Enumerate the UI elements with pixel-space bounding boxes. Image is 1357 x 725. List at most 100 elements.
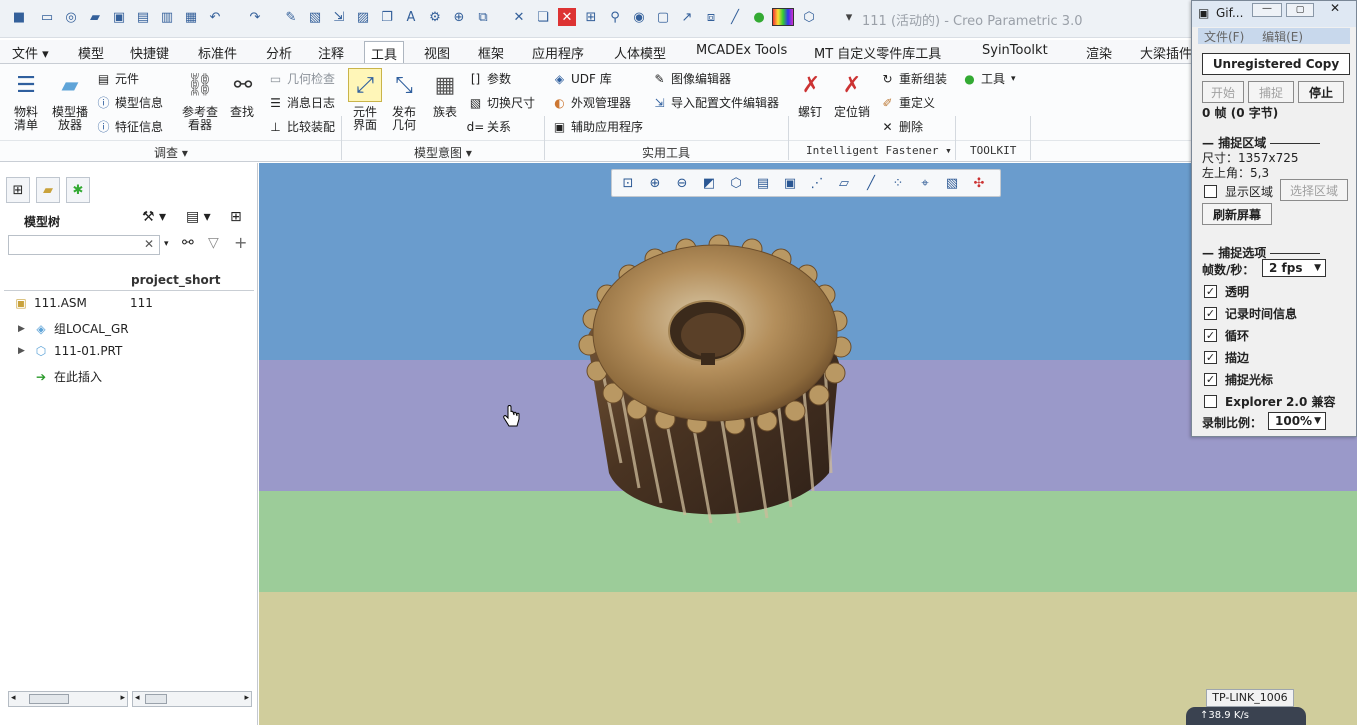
tab-shortcuts[interactable]: 快捷键: [130, 43, 169, 62]
option-transparent-checkbox[interactable]: ✓ 透明: [1204, 283, 1249, 300]
tab-framework[interactable]: 框架: [478, 43, 504, 62]
tree-row-insert-here[interactable]: ➔ 在此插入: [34, 368, 102, 385]
tab-file[interactable]: 文件 ▾: [12, 43, 49, 62]
saved-views-icon[interactable]: ▤: [751, 172, 775, 194]
curve-icon[interactable]: ↗: [678, 8, 696, 26]
scroll-left-icon[interactable]: ◂: [135, 693, 140, 703]
tab-beam-plugin[interactable]: 大梁插件: [1140, 43, 1192, 62]
scroll-track-left[interactable]: ◂ ▸: [8, 691, 128, 707]
tree-row-part[interactable]: ▶ ⬡ 111-01.PRT: [18, 344, 122, 358]
option-timing-checkbox[interactable]: ✓ 记录时间信息: [1204, 305, 1297, 322]
tab-folder-browser[interactable]: ▰: [36, 177, 60, 203]
select-region-button[interactable]: 选择区域: [1280, 179, 1348, 201]
measure-icon[interactable]: ⊞: [582, 8, 600, 26]
regenerate-icon[interactable]: ✎: [282, 8, 300, 26]
tab-model[interactable]: 模型: [78, 43, 104, 62]
component-interface-button[interactable]: ⤢ 元件 界面: [346, 68, 384, 132]
group-intelligent-fastener[interactable]: Intelligent Fastener ▾: [806, 144, 952, 157]
relations-button[interactable]: d= 关系: [467, 118, 511, 135]
tab-model-tree[interactable]: ⊞: [6, 177, 30, 203]
display-style-icon[interactable]: ⬡: [724, 172, 748, 194]
component-button[interactable]: ▤ 元件: [96, 70, 139, 87]
chevron-down-icon[interactable]: ▾: [164, 239, 169, 249]
target-icon[interactable]: ⊕: [450, 8, 468, 26]
gear-model[interactable]: [569, 233, 869, 543]
appearance-manager-button[interactable]: ◐ 外观管理器: [552, 94, 631, 111]
delete-button[interactable]: ✕ 删除: [880, 118, 923, 135]
auxiliary-apps-button[interactable]: ▣ 辅助应用程序: [552, 118, 643, 135]
model-info-button[interactable]: ⓘ 模型信息: [96, 94, 163, 111]
find-icon[interactable]: ⚯: [182, 235, 194, 251]
tab-annotate[interactable]: 注释: [318, 43, 344, 62]
clear-search-icon[interactable]: ✕: [144, 237, 154, 251]
zoom-out-icon[interactable]: ⊖: [670, 172, 694, 194]
stop-icon[interactable]: ✕: [558, 8, 576, 26]
point-display-icon[interactable]: ⁘: [886, 172, 910, 194]
tree-row-asm[interactable]: ▣ 111.ASM 111: [14, 296, 153, 310]
group-model-intent[interactable]: 模型意图 ▾: [414, 144, 472, 161]
frame-icon[interactable]: ⧈: [702, 8, 720, 26]
bom-button[interactable]: ☰ 物料 清单: [8, 68, 44, 132]
scale-icon[interactable]: ⇲: [330, 8, 348, 26]
datum-display-icon[interactable]: ⋰: [805, 172, 829, 194]
expand-icon[interactable]: ▶: [18, 346, 28, 356]
scroll-thumb[interactable]: [145, 694, 167, 704]
message-log-button[interactable]: ☰ 消息日志: [268, 94, 335, 111]
checkbox-box[interactable]: ✓: [1204, 329, 1217, 342]
add-icon[interactable]: +: [234, 233, 247, 252]
group-investigate[interactable]: 调查 ▾: [154, 144, 188, 161]
tools-dropdown-button[interactable]: ● 工具 ▾: [962, 70, 1015, 87]
option-capture-cursor-checkbox[interactable]: ✓ 捕捉光标: [1204, 371, 1273, 388]
family-table-button[interactable]: ▦ 族表: [426, 68, 464, 119]
publish-geometry-button[interactable]: ⤡ 发布 几何: [386, 68, 422, 132]
option-outline-checkbox[interactable]: ✓ 描边: [1204, 349, 1249, 366]
checkbox-box[interactable]: ✓: [1204, 373, 1217, 386]
horizontal-scrollbar[interactable]: ◂ ▸ ◂ ▸: [8, 691, 252, 707]
fps-select[interactable]: 2 fps ▼: [1262, 259, 1326, 277]
network-speed-widget[interactable]: ↑38.9 K/s: [1186, 707, 1306, 725]
feature-info-button[interactable]: ⓘ 特征信息: [96, 118, 163, 135]
spin-center-icon[interactable]: ✣: [967, 172, 991, 194]
capture-button[interactable]: 捕捉: [1248, 81, 1294, 103]
scroll-thumb[interactable]: [29, 694, 69, 704]
import-config-editor-button[interactable]: ⇲ 导入配置文件编辑器: [652, 94, 779, 111]
redo-icon[interactable]: ↷: [246, 8, 264, 26]
compare-assembly-button[interactable]: ⊥ 比较装配: [268, 118, 335, 135]
scroll-right-icon[interactable]: ▸: [244, 693, 249, 703]
repaint-icon[interactable]: ◩: [697, 172, 721, 194]
tab-mcadex-tools[interactable]: MCADEx Tools: [696, 43, 787, 58]
menu-edit[interactable]: 编辑(E): [1262, 30, 1303, 44]
parameters-button[interactable]: [] 参数: [468, 70, 511, 87]
axis-display-icon[interactable]: ╱: [859, 172, 883, 194]
stop-button[interactable]: 停止: [1298, 81, 1344, 103]
tab-tools[interactable]: 工具: [364, 41, 405, 63]
checkbox-box[interactable]: [1204, 185, 1217, 198]
close-window-icon[interactable]: ✕: [510, 8, 528, 26]
column-header-project-short[interactable]: project_short: [131, 273, 220, 287]
maximize-button[interactable]: ▢: [1286, 3, 1314, 17]
scroll-track-right[interactable]: ◂ ▸: [132, 691, 252, 707]
tab-mt-custom-library[interactable]: MT 自定义零件库工具: [814, 43, 941, 62]
checkbox-box[interactable]: ✓: [1204, 307, 1217, 320]
checkbox-box[interactable]: [1204, 395, 1217, 408]
zoom-in-icon[interactable]: ⊕: [643, 172, 667, 194]
tab-applications[interactable]: 应用程序: [532, 43, 584, 62]
show-icon[interactable]: ▤ ▾: [186, 209, 211, 225]
tree-row-local-group[interactable]: ▶ ◈ 组LOCAL_GR: [18, 320, 129, 337]
tab-analysis[interactable]: 分析: [266, 43, 292, 62]
view-manager-icon[interactable]: ▣: [778, 172, 802, 194]
save-as-icon[interactable]: ▤: [134, 8, 152, 26]
checkbox-box[interactable]: ✓: [1204, 285, 1217, 298]
window-icon[interactable]: ▧: [306, 8, 324, 26]
tab-render[interactable]: 渲染: [1086, 43, 1112, 62]
ruler-icon[interactable]: ╱: [726, 8, 744, 26]
start-button[interactable]: 开始: [1202, 81, 1244, 103]
settings-icon[interactable]: ⚒ ▾: [142, 209, 166, 225]
redefine-button[interactable]: ✐ 重定义: [880, 94, 935, 111]
refit-icon[interactable]: ⊡: [616, 172, 640, 194]
new-icon[interactable]: ▭: [38, 8, 56, 26]
checkbox-box[interactable]: ✓: [1204, 351, 1217, 364]
app-icon[interactable]: ■: [10, 8, 28, 26]
paste-icon[interactable]: ❏: [534, 8, 552, 26]
pen-icon[interactable]: ⚲: [606, 8, 624, 26]
